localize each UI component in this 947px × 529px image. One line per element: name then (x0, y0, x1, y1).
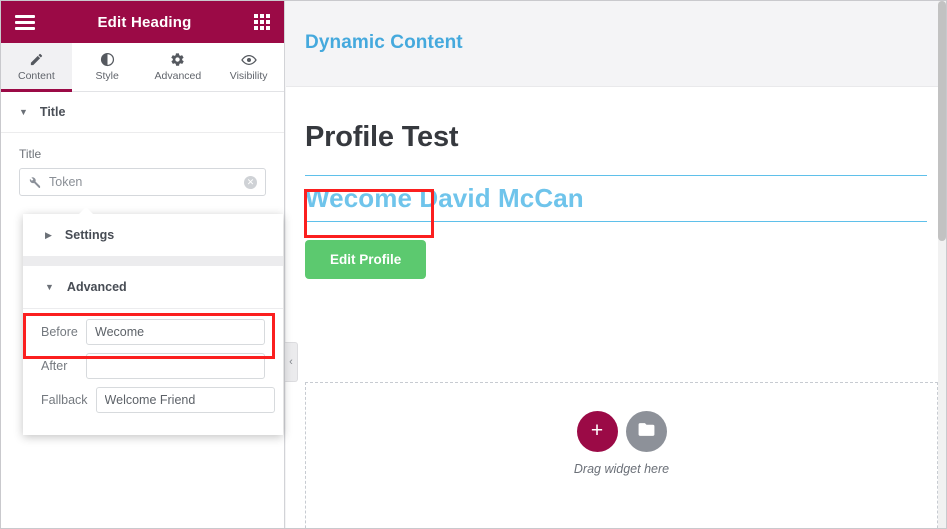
popup-advanced-fields: Before After Fallback (23, 309, 283, 435)
gear-icon (170, 52, 185, 67)
title-field-block: Title Token ✕ (1, 133, 284, 196)
editor-panel: Edit Heading Content Style Advanced Visi… (1, 1, 285, 528)
fallback-input[interactable] (95, 387, 275, 413)
folder-icon (637, 420, 656, 444)
field-row-fallback: Fallback (41, 383, 275, 417)
tab-visibility[interactable]: Visibility (213, 43, 284, 91)
after-input[interactable] (86, 353, 265, 379)
tab-advanced[interactable]: Advanced (142, 43, 214, 91)
tab-visibility-label: Visibility (229, 70, 268, 82)
popup-section-advanced[interactable]: ▼ Advanced (23, 266, 283, 309)
site-title[interactable]: Dynamic Content (305, 32, 946, 54)
tab-style-label: Style (95, 70, 119, 82)
field-row-before: Before (41, 315, 265, 349)
scrollbar-thumb[interactable] (938, 1, 946, 241)
page-content: Profile Test Wecome David McCan Edit Pro… (286, 87, 946, 528)
tab-advanced-label: Advanced (154, 70, 202, 82)
field-row-after: After (41, 349, 265, 383)
section-header-title[interactable]: ▼ Title (1, 92, 284, 133)
grid-apps-icon[interactable] (254, 14, 270, 30)
selected-heading-widget[interactable]: Wecome David McCan (305, 175, 927, 222)
before-input[interactable] (86, 319, 265, 345)
preview-canvas: Dynamic Content Profile Test Wecome Davi… (286, 1, 946, 528)
clear-circle-icon[interactable]: ✕ (244, 175, 257, 189)
panel-tabs: Content Style Advanced Visibility (1, 43, 284, 92)
popup-settings-label: Settings (64, 228, 115, 242)
dropzone-label: Drag widget here (573, 462, 670, 476)
chevron-down-icon: ▼ (19, 106, 28, 117)
site-header: Dynamic Content (286, 1, 946, 87)
wrench-icon[interactable] (28, 176, 41, 189)
popup-divider (23, 257, 283, 266)
canvas-scrollbar[interactable] (938, 1, 946, 528)
title-token-placeholder: Token (49, 175, 83, 189)
panel-title: Edit Heading (97, 13, 192, 31)
before-label: Before (41, 325, 78, 339)
contrast-icon (100, 52, 115, 67)
eye-icon (240, 52, 257, 67)
section-title-label: Title (39, 105, 66, 119)
chevron-down-icon: ▼ (45, 281, 54, 292)
widget-dropzone[interactable]: + Drag widget here (305, 382, 938, 528)
title-token-input[interactable]: Token ✕ (19, 168, 266, 196)
template-library-button[interactable] (625, 411, 667, 452)
tab-content-label: Content (17, 70, 55, 82)
panel-header: Edit Heading (1, 1, 284, 43)
tab-style[interactable]: Style (71, 43, 143, 91)
pencil-icon (29, 52, 44, 67)
token-settings-popup: ▶ Settings ▼ Advanced Before After Fal (23, 207, 283, 435)
page-title: Profile Test (305, 121, 459, 153)
popup-section-settings[interactable]: ▶ Settings (23, 214, 283, 257)
hamburger-icon[interactable] (15, 14, 35, 30)
after-label: After (41, 359, 68, 373)
dropzone-content: + Drag widget here (306, 411, 937, 476)
chevron-right-icon: ▶ (45, 229, 52, 240)
title-field-label: Title (19, 147, 42, 161)
edit-profile-button[interactable]: Edit Profile (305, 240, 427, 279)
fallback-label: Fallback (41, 393, 88, 407)
popup-advanced-label: Advanced (66, 280, 127, 294)
dynamic-heading-text: Wecome David McCan (305, 183, 584, 213)
elementor-editor-screen: Edit Heading Content Style Advanced Visi… (0, 0, 947, 529)
tab-content[interactable]: Content (1, 43, 72, 92)
plus-icon: + (590, 419, 604, 442)
add-widget-button[interactable]: + (576, 411, 618, 452)
panel-collapse-handle[interactable]: ‹ (285, 342, 298, 382)
dropzone-buttons: + (576, 411, 667, 452)
